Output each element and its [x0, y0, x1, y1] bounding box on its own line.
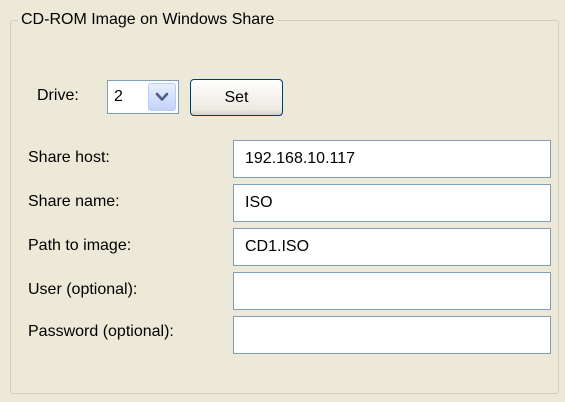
drive-select[interactable]: 2: [107, 80, 179, 114]
password-label: Password (optional):: [28, 323, 174, 340]
share-name-label: Share name:: [28, 193, 120, 210]
user-label: User (optional):: [28, 281, 138, 298]
groupbox-title: CD-ROM Image on Windows Share: [18, 11, 278, 29]
drive-dropdown-button[interactable]: [148, 83, 176, 111]
share-host-field[interactable]: 192.168.10.117: [233, 140, 551, 178]
drive-label: Drive:: [37, 87, 79, 104]
password-field[interactable]: [233, 316, 551, 354]
drive-select-value: 2: [114, 88, 123, 105]
set-button[interactable]: Set: [190, 79, 283, 116]
share-name-field[interactable]: ISO: [233, 184, 551, 222]
user-field[interactable]: [233, 272, 551, 310]
chevron-down-icon: [155, 92, 169, 101]
share-host-label: Share host:: [28, 149, 110, 166]
path-to-image-label: Path to image:: [28, 237, 132, 254]
path-to-image-field[interactable]: CD1.ISO: [233, 228, 551, 266]
